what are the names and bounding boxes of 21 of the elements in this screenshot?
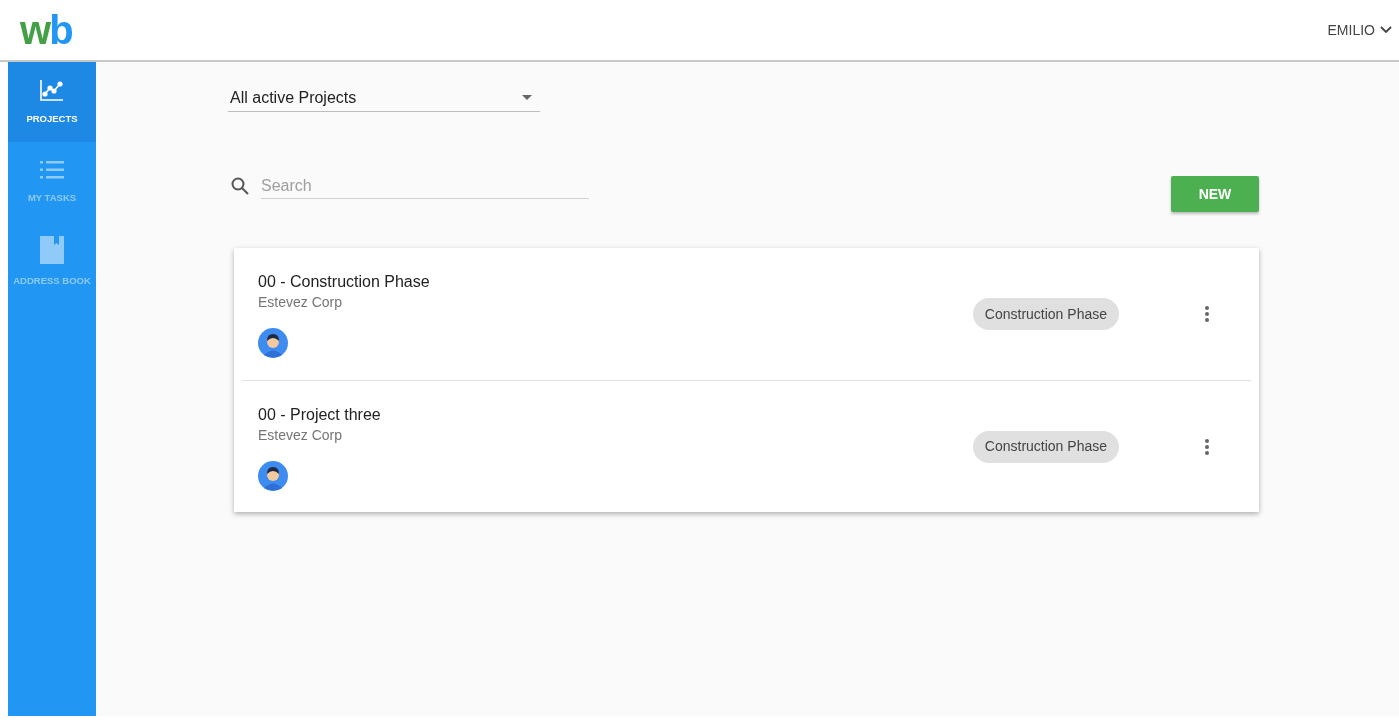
logo[interactable]: wb [20, 10, 72, 50]
phase-chip: Construction Phase [972, 298, 1119, 330]
book-icon [40, 235, 64, 264]
avatar-icon [258, 328, 288, 358]
chevron-down-icon [1379, 25, 1393, 35]
project-title[interactable]: 00 - Construction Phase [258, 272, 973, 292]
project-filter-dropdown[interactable]: All active Projects [228, 84, 540, 112]
user-menu[interactable]: EMILIO [1327, 19, 1393, 41]
search-icon [231, 177, 249, 195]
avatar-icon [258, 461, 288, 491]
search-field[interactable]: Search [261, 173, 589, 199]
list-icon [39, 158, 65, 181]
more-options-icon[interactable] [1203, 304, 1211, 324]
client-name: Estevez Corp [258, 293, 344, 312]
project-title[interactable]: 00 - Project three [258, 405, 973, 425]
phase-chip: Construction Phase [972, 430, 1119, 463]
sidebar-item[interactable]: PROJECTS [8, 62, 96, 142]
chart-icon [39, 77, 65, 102]
client-name: Estevez Corp [258, 426, 344, 445]
new-button[interactable]: NEW [1171, 176, 1259, 212]
caret-icon [522, 95, 532, 100]
